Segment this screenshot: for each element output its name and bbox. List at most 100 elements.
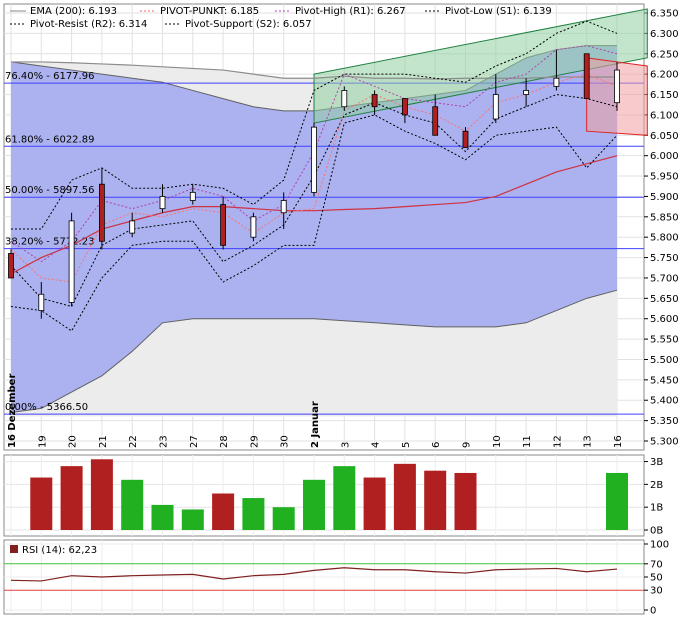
volume-bar xyxy=(212,493,235,530)
volume-tick-label: 2B xyxy=(650,480,663,491)
y-tick-label: 6.250 xyxy=(650,49,679,60)
x-tick-label: 2 Januar xyxy=(310,401,321,448)
legend-label: Pivot-Low (S1): 6.139 xyxy=(445,6,552,17)
x-tick-label: 28 xyxy=(219,435,230,448)
y-tick-label: 5.300 xyxy=(650,437,679,448)
y-tick-label: 6.150 xyxy=(650,90,679,101)
x-tick-label: 19 xyxy=(37,435,48,448)
x-tick-label: 23 xyxy=(159,435,170,448)
x-tick-label: 13 xyxy=(583,435,594,448)
rsi-legend-swatch xyxy=(10,545,18,553)
x-tick-label: 3 xyxy=(340,442,351,448)
chart-stage: 6.350 6.300 6.250 6.200 6.150 6.100 6.050 6.000… xyxy=(0,0,689,618)
y-tick-label: 6.100 xyxy=(650,110,679,121)
x-tick-label: 22 xyxy=(128,435,139,448)
y-tick-label: 5.350 xyxy=(650,416,679,427)
volume-bar xyxy=(454,472,477,530)
y-tick-label: 5.450 xyxy=(650,375,679,386)
volume-bar xyxy=(363,477,386,530)
x-tick-label: 4 xyxy=(371,442,382,448)
candle-body xyxy=(8,253,14,279)
legend-label: PIVOT-PUNKT: 6.185 xyxy=(160,6,259,17)
volume-bar xyxy=(606,472,628,530)
volume-bar xyxy=(333,466,356,530)
volume-bar xyxy=(424,470,447,530)
x-tick-label: 21 xyxy=(98,435,109,448)
x-tick-label: 20 xyxy=(68,435,79,448)
candle-body xyxy=(492,94,499,120)
candle-body xyxy=(220,204,227,246)
y-tick-label: 5.600 xyxy=(650,314,679,325)
candle-body xyxy=(553,77,560,87)
volume-bar xyxy=(181,509,204,530)
x-tick-label: 5 xyxy=(401,442,412,448)
x-tick-label: 6 xyxy=(431,442,442,448)
legend-label: Pivot-Resist (R2): 6.314 xyxy=(30,19,147,30)
candle-body xyxy=(614,69,620,104)
candle-body xyxy=(280,200,287,214)
candle-body xyxy=(99,183,105,242)
volume-bar xyxy=(242,498,265,530)
volume-bar xyxy=(60,466,83,530)
x-tick-label: 11 xyxy=(522,435,533,448)
y-tick-label: 5.800 xyxy=(650,233,679,244)
rsi-legend-label: RSI (14): 62,23 xyxy=(22,545,97,556)
y-tick-label: 6.350 xyxy=(650,9,679,20)
x-tick-label: 29 xyxy=(249,435,260,448)
candle-body xyxy=(129,220,136,234)
y-tick-label: 6.000 xyxy=(650,151,679,162)
candle-body xyxy=(68,220,75,303)
x-tick-label: 30 xyxy=(280,435,291,448)
volume-bar xyxy=(272,507,295,530)
x-tick-label: 16 xyxy=(613,435,624,448)
candle-body xyxy=(523,90,529,95)
candle-body xyxy=(462,130,469,148)
x-tick-label: 10 xyxy=(492,435,503,448)
candle-body xyxy=(189,191,196,201)
volume-bar xyxy=(393,463,416,530)
y-tick-label: 5.650 xyxy=(650,294,679,305)
x-tick-label: 9 xyxy=(462,442,473,448)
y-tick-label: 5.500 xyxy=(650,355,679,366)
volume-tick-label: 1B xyxy=(650,503,663,514)
candle-body xyxy=(371,94,378,108)
volume-bar xyxy=(121,479,144,530)
candle-body xyxy=(311,126,317,193)
volume-bar xyxy=(303,479,325,530)
y-tick-label: 6.050 xyxy=(650,131,679,142)
volume-tick-label: 0B xyxy=(650,526,663,537)
rsi-tick-label: 50 xyxy=(650,573,663,584)
candle-body xyxy=(250,216,257,238)
fib-level-label: 76.40% - 6177.96 xyxy=(5,71,94,82)
y-tick-label: 6.300 xyxy=(650,29,679,40)
volume-bar xyxy=(30,477,53,530)
y-tick-label: 5.400 xyxy=(650,396,679,407)
y-tick-label: 6.200 xyxy=(650,70,679,81)
chart-svg: 6.350 6.300 6.250 6.200 6.150 6.100 6.050 6.000… xyxy=(3,3,679,617)
rsi-tick-label: 100 xyxy=(650,540,669,551)
fib-level-label: 50.00% - 5897.56 xyxy=(5,185,94,196)
volume-bar xyxy=(90,459,113,530)
fib-level-label: 61.80% - 6022.89 xyxy=(5,134,94,145)
volume-tick-label: 3B xyxy=(650,457,663,468)
candle-body xyxy=(583,53,590,100)
candle-body xyxy=(341,90,348,108)
x-tick-label: 27 xyxy=(189,435,200,448)
y-tick-label: 5.900 xyxy=(650,192,679,203)
y-tick-label: 5.750 xyxy=(650,253,679,264)
candle-body xyxy=(401,98,408,116)
y-tick-label: 5.700 xyxy=(650,273,679,284)
legend-label: EMA (200): 6.193 xyxy=(30,6,117,17)
rsi-tick-label: 70 xyxy=(650,559,663,570)
rsi-tick-label: 0 xyxy=(650,606,656,617)
candle-body xyxy=(159,196,166,210)
candle-body xyxy=(38,293,45,311)
y-tick-label: 5.950 xyxy=(650,172,679,183)
y-tick-label: 5.550 xyxy=(650,335,679,346)
x-tick-label: 16 Dezember xyxy=(7,374,18,448)
volume-bar xyxy=(151,504,174,530)
x-tick-label: 12 xyxy=(552,435,563,448)
rsi-tick-label: 30 xyxy=(650,586,663,597)
candle-body xyxy=(432,106,439,136)
legend-label: Pivot-Support (S2): 6.057 xyxy=(185,19,312,30)
